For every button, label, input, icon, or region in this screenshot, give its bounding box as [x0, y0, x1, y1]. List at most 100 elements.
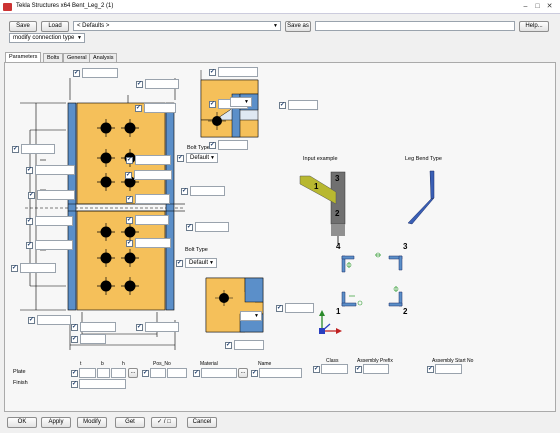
dimension-checkbox[interactable] [28, 316, 35, 324]
class-input[interactable] [321, 364, 348, 374]
dimension-input[interactable] [218, 67, 258, 77]
dimension-checkbox[interactable] [71, 323, 78, 331]
dimension-checkbox[interactable] [136, 323, 143, 331]
assembly-prefix-input[interactable] [363, 364, 389, 374]
bolt-type-top-value: Default [190, 155, 210, 161]
plate-b-input[interactable] [97, 368, 110, 378]
dimension-input[interactable] [80, 322, 116, 332]
plate-h-input[interactable] [111, 368, 126, 378]
bolt-type-bottom-value: Default [189, 260, 209, 266]
dimension-input[interactable] [82, 68, 118, 78]
chevron-down-icon: ▼ [209, 260, 214, 266]
material-checkbox[interactable] [193, 369, 200, 377]
dimension-checkbox[interactable] [209, 141, 216, 149]
bolt-type-bottom-checkbox[interactable] [176, 259, 183, 267]
pos-start-input[interactable] [167, 368, 187, 378]
dimension-input[interactable] [135, 194, 170, 204]
dimension-input[interactable] [285, 303, 314, 313]
dimension-input[interactable] [20, 263, 56, 273]
chevron-down-icon: ▼ [254, 313, 259, 319]
dimension-checkbox[interactable] [28, 191, 35, 199]
col-pos-no: Pos_No [153, 361, 171, 367]
dimension-checkbox[interactable] [125, 171, 132, 179]
dimension-input[interactable] [145, 79, 179, 89]
dimension-input[interactable] [145, 322, 179, 332]
bolt-type-label-top: Bolt Type [187, 145, 210, 151]
dimension-checkbox[interactable] [186, 223, 193, 231]
finish-input[interactable] [79, 379, 126, 389]
dimension-checkbox[interactable] [26, 241, 33, 249]
class-checkbox[interactable] [313, 365, 320, 373]
dimension-checkbox[interactable] [11, 264, 18, 272]
bolt-type-top-dropdown[interactable]: Default ▼ [186, 153, 218, 163]
dimension-checkbox[interactable] [126, 156, 133, 164]
dimension-checkbox[interactable] [12, 145, 19, 153]
name-input[interactable] [259, 368, 302, 378]
row-plate-label: Plate [13, 369, 26, 375]
col-material: Material [200, 361, 218, 367]
apply-button[interactable]: Apply [41, 417, 71, 428]
assembly-start-input[interactable] [435, 364, 462, 374]
get-button[interactable]: Get [115, 417, 145, 428]
material-browse-button[interactable]: ... [238, 368, 248, 378]
row-finish-label: Finish [13, 380, 28, 386]
assembly-start-checkbox[interactable] [427, 365, 434, 373]
dimension-input[interactable] [144, 103, 176, 113]
dimension-input[interactable] [195, 222, 229, 232]
dimension-input[interactable] [134, 170, 172, 180]
dimension-input[interactable] [288, 100, 318, 110]
pos-prefix-input[interactable] [150, 368, 166, 378]
dimension-input[interactable] [135, 215, 169, 225]
ok-button[interactable]: OK [7, 417, 37, 428]
dimension-input[interactable] [135, 238, 171, 248]
name-checkbox[interactable] [251, 369, 258, 377]
dimension-checkbox[interactable] [209, 68, 216, 76]
col-b: b [101, 361, 104, 367]
dimension-input[interactable] [37, 315, 71, 325]
dimension-input[interactable] [135, 155, 171, 165]
dimension-input[interactable] [35, 216, 73, 226]
dimension-checkbox[interactable] [126, 239, 133, 247]
dimension-checkbox[interactable] [126, 195, 133, 203]
dimension-checkbox[interactable] [276, 304, 283, 312]
dimension-input[interactable] [234, 340, 264, 350]
dimension-input[interactable] [80, 334, 106, 344]
detail-option-dropdown[interactable]: ▼ [240, 311, 262, 321]
bolt-type-bottom-dropdown[interactable]: Default ▼ [185, 258, 217, 268]
dimension-checkbox[interactable] [71, 335, 78, 343]
detail-option-dropdown[interactable]: ▼ [230, 97, 252, 107]
plate-t-checkbox[interactable] [71, 369, 78, 377]
dimension-input[interactable] [218, 140, 248, 150]
plate-browse-button[interactable]: ... [128, 368, 138, 378]
dimension-input[interactable] [190, 186, 225, 196]
dimension-checkbox[interactable] [126, 216, 133, 224]
dimension-checkbox[interactable] [26, 166, 33, 174]
bolt-type-top-checkbox[interactable] [177, 154, 184, 162]
dimension-checkbox[interactable] [181, 187, 188, 195]
modify-button[interactable]: Modify [77, 417, 107, 428]
dimension-checkbox[interactable] [26, 217, 33, 225]
dimension-input[interactable] [35, 240, 73, 250]
dimension-input[interactable] [37, 190, 75, 200]
chevron-down-icon: ▼ [210, 155, 215, 161]
dimension-checkbox[interactable] [73, 69, 80, 77]
material-input[interactable] [201, 368, 237, 378]
dimension-checkbox[interactable] [225, 341, 232, 349]
pos-no-checkbox[interactable] [142, 369, 149, 377]
cancel-button[interactable]: Cancel [187, 417, 217, 428]
bolt-type-label-bottom: Bolt Type [185, 247, 208, 253]
plate-t-input[interactable] [79, 368, 96, 378]
dimension-input[interactable] [35, 165, 75, 175]
dimension-checkbox[interactable] [279, 101, 286, 109]
dimension-input[interactable] [21, 144, 55, 154]
assembly-prefix-checkbox[interactable] [355, 365, 362, 373]
chevron-down-icon: ▼ [244, 99, 249, 105]
toggle-checkboxes-button[interactable]: ✓ / □ [151, 417, 177, 428]
col-name: Name [258, 361, 272, 367]
dimension-checkbox[interactable] [135, 104, 142, 112]
finish-checkbox[interactable] [71, 380, 78, 388]
col-t: t [80, 361, 82, 367]
dimension-checkbox[interactable] [136, 80, 143, 88]
dimension-checkbox[interactable] [209, 100, 216, 108]
col-h: h [122, 361, 125, 367]
